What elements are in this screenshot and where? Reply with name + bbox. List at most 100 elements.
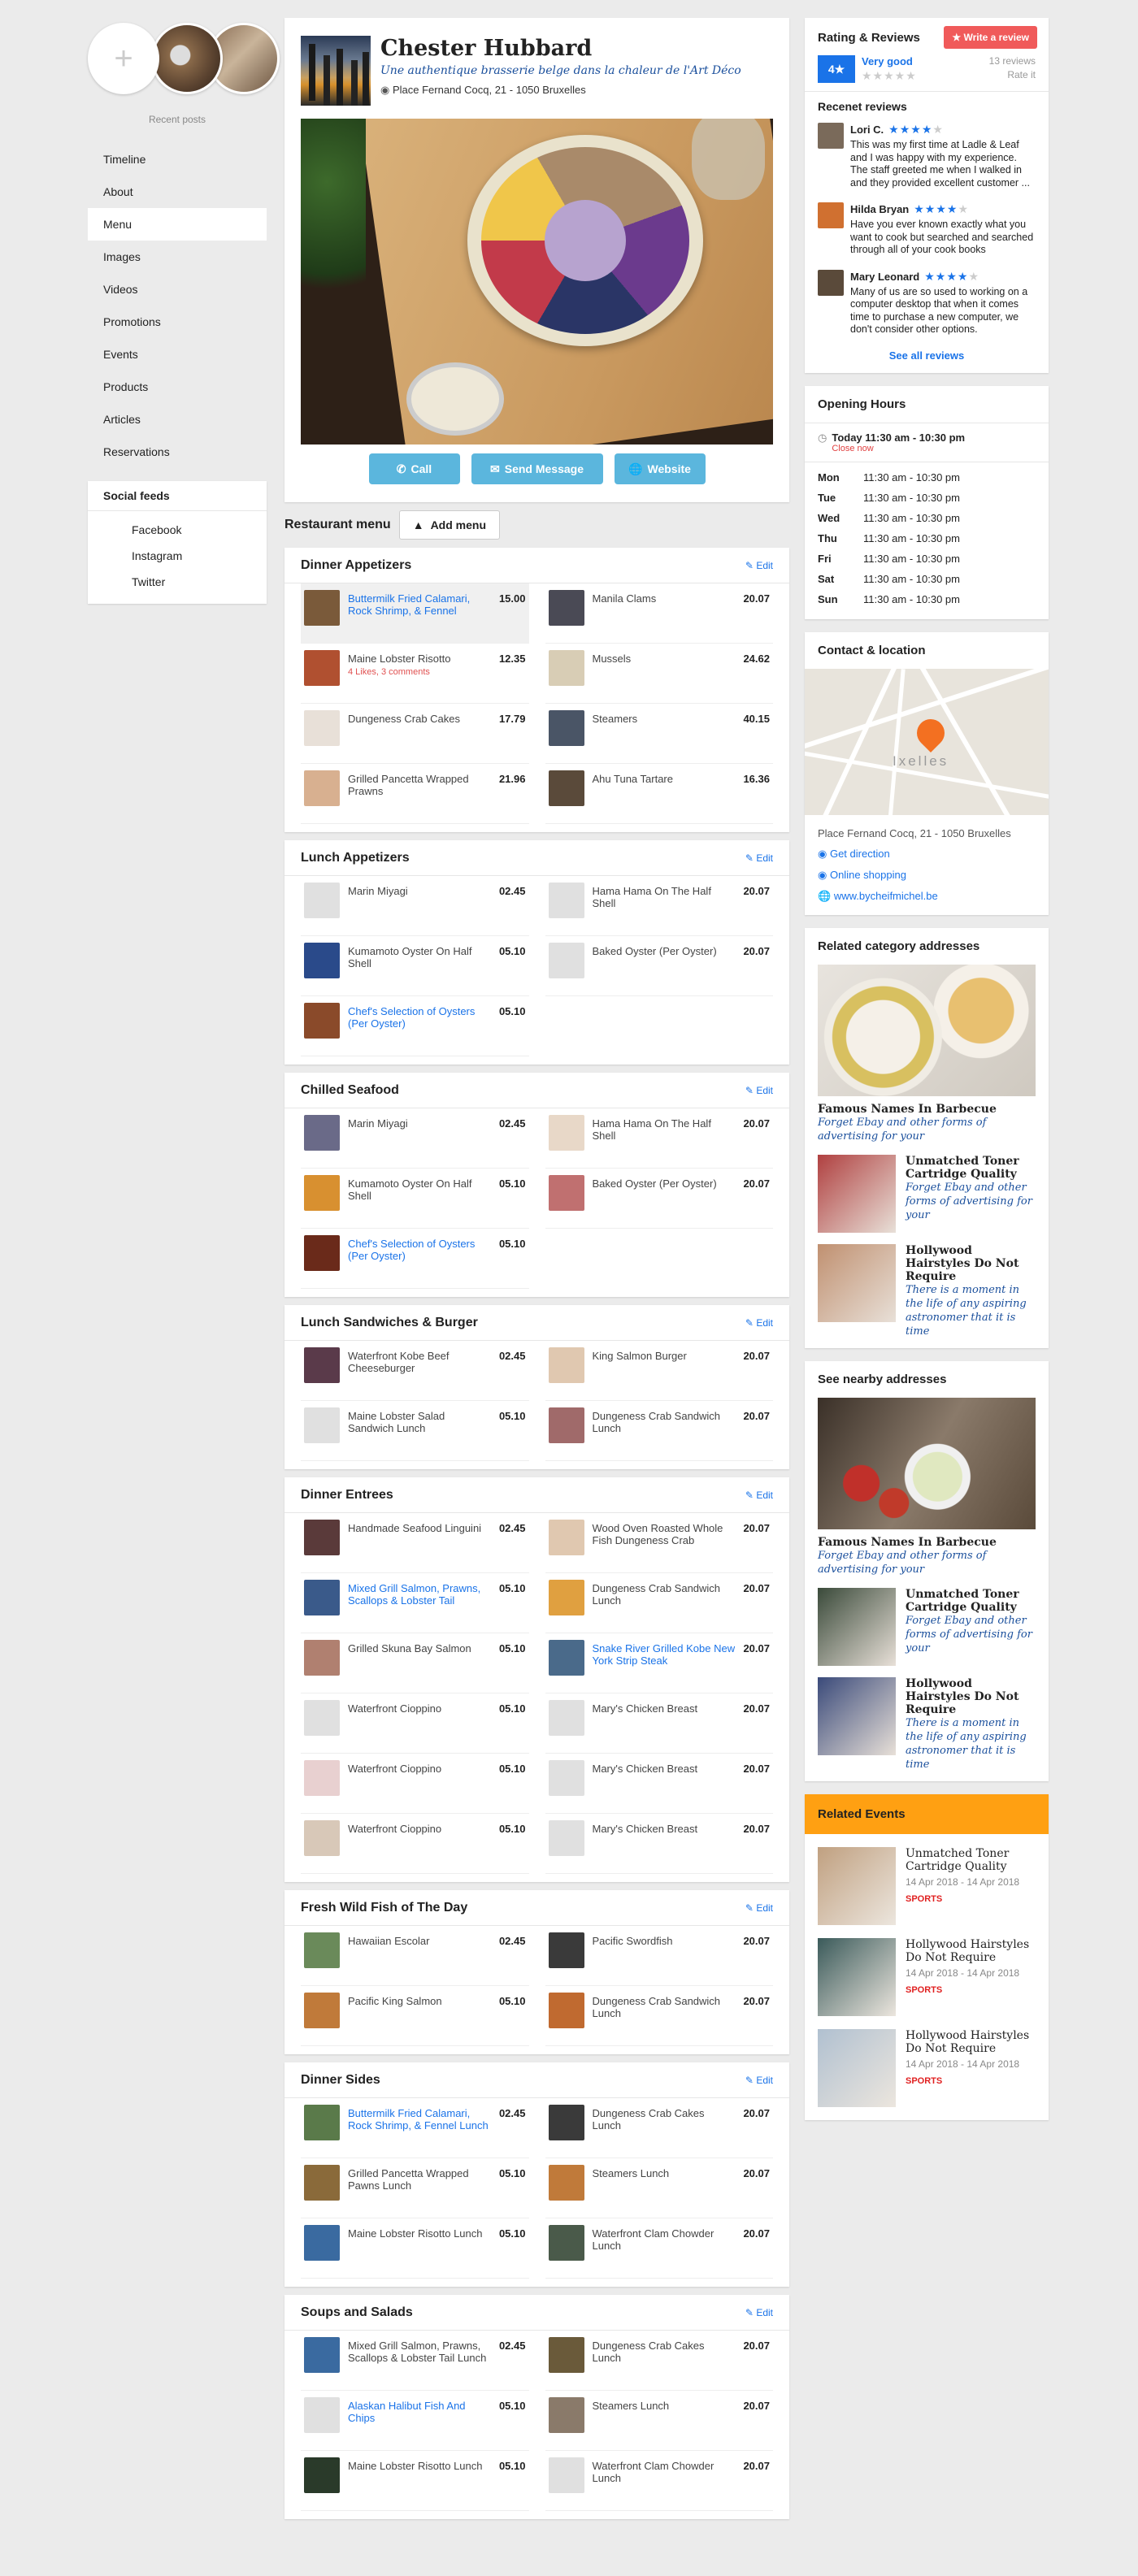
related-featured-image[interactable] — [818, 964, 1036, 1096]
menu-item[interactable]: Maine Lobster Risotto Lunch 05.10 — [301, 2218, 529, 2279]
event-title[interactable]: Hollywood Hairstyles Do Not Require — [906, 2029, 1036, 2055]
add-post-button[interactable]: + — [88, 23, 159, 94]
menu-item[interactable]: Steamers 40.15 — [545, 704, 773, 764]
related-item-title[interactable]: Unmatched Toner Cartridge Quality — [906, 1588, 1036, 1614]
menu-item[interactable]: Wood Oven Roasted Whole Fish Dungeness C… — [545, 1513, 773, 1573]
sidebar-item-products[interactable]: Products — [88, 371, 267, 403]
event-title[interactable]: Hollywood Hairstyles Do Not Require — [906, 1938, 1036, 1964]
menu-item[interactable]: Dungeness Crab Sandwich Lunch 20.07 — [545, 1986, 773, 2046]
add-menu-button[interactable]: ▲ Add menu — [398, 510, 501, 540]
website-link[interactable]: www.bycheifmichel.be — [834, 890, 938, 902]
social-link-facebook[interactable]: Facebook — [110, 516, 267, 542]
social-link-instagram[interactable]: Instagram — [110, 542, 267, 568]
menu-item[interactable]: Grilled Pancetta Wrapped Prawns 21.96 — [301, 764, 529, 824]
menu-item[interactable]: Alaskan Halibut Fish And Chips 05.10 — [301, 2391, 529, 2451]
nearby-featured-image[interactable] — [818, 1397, 1036, 1529]
menu-item[interactable]: Dungeness Crab Cakes 17.79 — [301, 704, 529, 764]
menu-item[interactable]: Waterfront Cioppino 05.10 — [301, 1814, 529, 1874]
menu-item[interactable]: Steamers Lunch 20.07 — [545, 2391, 773, 2451]
menu-item-name[interactable]: Chef's Selection of Oysters (Per Oyster) — [348, 1238, 491, 1262]
social-link-twitter[interactable]: Twitter — [110, 568, 267, 594]
menu-item[interactable]: Maine Lobster Risotto Lunch 05.10 — [301, 2451, 529, 2511]
menu-item[interactable]: Snake River Grilled Kobe New York Strip … — [545, 1633, 773, 1693]
menu-item[interactable]: Waterfront Kobe Beef Cheeseburger 02.45 — [301, 1341, 529, 1401]
edit-button[interactable]: ✎ Edit — [745, 852, 773, 864]
menu-item[interactable]: Dungeness Crab Sandwich Lunch 20.07 — [545, 1573, 773, 1633]
menu-item[interactable]: Mary's Chicken Breast 20.07 — [545, 1754, 773, 1814]
review-item[interactable]: Hilda Bryan ★★★★★ Have you ever known exac… — [805, 196, 1049, 263]
menu-item[interactable]: Mixed Grill Salmon, Prawns, Scallops & L… — [301, 2331, 529, 2391]
menu-item-name[interactable]: Buttermilk Fried Calamari, Rock Shrimp, … — [348, 592, 491, 617]
edit-button[interactable]: ✎ Edit — [745, 2307, 773, 2318]
menu-item-stats[interactable]: 4 Likes, 3 comments — [348, 666, 491, 679]
sidebar-item-videos[interactable]: Videos — [88, 273, 267, 306]
event-category[interactable]: SPORTS — [906, 1985, 1036, 1995]
menu-item[interactable]: Dungeness Crab Cakes Lunch 20.07 — [545, 2331, 773, 2391]
menu-item[interactable]: Chef's Selection of Oysters (Per Oyster)… — [301, 996, 529, 1056]
nearby-featured-title[interactable]: Famous Names In Barbecue — [818, 1536, 1036, 1549]
menu-item[interactable]: Maine Lobster Salad Sandwich Lunch 05.10 — [301, 1401, 529, 1461]
menu-item[interactable]: Buttermilk Fried Calamari, Rock Shrimp, … — [301, 583, 529, 644]
event-item[interactable]: Hollywood Hairstyles Do Not Require 14 Ap… — [805, 2016, 1049, 2107]
menu-item[interactable]: Handmade Seafood Linguini 02.45 — [301, 1513, 529, 1573]
edit-button[interactable]: ✎ Edit — [745, 1317, 773, 1329]
menu-item[interactable]: Baked Oyster (Per Oyster) 20.07 — [545, 1169, 773, 1229]
menu-item[interactable]: Chef's Selection of Oysters (Per Oyster)… — [301, 1229, 529, 1289]
menu-item[interactable]: Baked Oyster (Per Oyster) 20.07 — [545, 936, 773, 996]
menu-item[interactable]: Kumamoto Oyster On Half Shell 05.10 — [301, 936, 529, 996]
send-message-button[interactable]: ✉ Send Message — [471, 453, 603, 484]
menu-item[interactable]: Waterfront Clam Chowder Lunch 20.07 — [545, 2451, 773, 2511]
menu-item[interactable]: Marin Miyagi 02.45 — [301, 876, 529, 936]
menu-item[interactable]: Buttermilk Fried Calamari, Rock Shrimp, … — [301, 2098, 529, 2158]
menu-item[interactable]: Ahu Tuna Tartare 16.36 — [545, 764, 773, 824]
menu-item[interactable]: Pacific Swordfish 20.07 — [545, 1926, 773, 1986]
menu-item[interactable]: Grilled Pancetta Wrapped Pawns Lunch 05.1… — [301, 2158, 529, 2218]
menu-item[interactable]: Kumamoto Oyster On Half Shell 05.10 — [301, 1169, 529, 1229]
sidebar-item-menu[interactable]: Menu — [88, 208, 267, 241]
nearby-item[interactable]: Hollywood Hairstyles Do Not Require There… — [818, 1676, 1036, 1772]
menu-item[interactable]: Pacific King Salmon 05.10 — [301, 1986, 529, 2046]
edit-button[interactable]: ✎ Edit — [745, 560, 773, 571]
menu-item[interactable]: Waterfront Cioppino 05.10 — [301, 1754, 529, 1814]
sidebar-item-timeline[interactable]: Timeline — [88, 143, 267, 176]
related-item-title[interactable]: Hollywood Hairstyles Do Not Require — [906, 1677, 1036, 1716]
menu-item[interactable]: Mary's Chicken Breast 20.07 — [545, 1693, 773, 1754]
nearby-item[interactable]: Unmatched Toner Cartridge Quality Forget … — [818, 1587, 1036, 1666]
menu-item[interactable]: Dungeness Crab Cakes Lunch 20.07 — [545, 2098, 773, 2158]
edit-button[interactable]: ✎ Edit — [745, 1490, 773, 1501]
get-direction-link[interactable]: Get direction — [830, 848, 890, 860]
menu-item[interactable]: Mary's Chicken Breast 20.07 — [545, 1814, 773, 1874]
edit-button[interactable]: ✎ Edit — [745, 2075, 773, 2086]
menu-item[interactable]: Hama Hama On The Half Shell 20.07 — [545, 876, 773, 936]
menu-item[interactable]: Hawaiian Escolar 02.45 — [301, 1926, 529, 1986]
event-category[interactable]: SPORTS — [906, 1894, 1036, 1904]
event-title[interactable]: Unmatched Toner Cartridge Quality — [906, 1847, 1036, 1873]
review-item[interactable]: Lori C. ★★★★★ This was my first time at La… — [805, 116, 1049, 196]
sidebar-item-reservations[interactable]: Reservations — [88, 436, 267, 468]
related-item-title[interactable]: Hollywood Hairstyles Do Not Require — [906, 1244, 1036, 1283]
menu-item-name[interactable]: Buttermilk Fried Calamari, Rock Shrimp, … — [348, 2107, 491, 2131]
menu-item[interactable]: Dungeness Crab Sandwich Lunch 20.07 — [545, 1401, 773, 1461]
menu-item-name[interactable]: Chef's Selection of Oysters (Per Oyster) — [348, 1005, 491, 1030]
menu-item-name[interactable]: Alaskan Halibut Fish And Chips — [348, 2400, 491, 2424]
menu-item[interactable]: Mussels 24.62 — [545, 644, 773, 704]
rate-stars[interactable]: ★★★★★ — [862, 69, 917, 83]
menu-item[interactable]: Steamers Lunch 20.07 — [545, 2158, 773, 2218]
event-category[interactable]: SPORTS — [906, 2076, 1036, 2086]
menu-item[interactable]: Grilled Skuna Bay Salmon 05.10 — [301, 1633, 529, 1693]
see-all-reviews-link[interactable]: See all reviews — [889, 349, 965, 362]
menu-item[interactable]: Hama Hama On The Half Shell 20.07 — [545, 1108, 773, 1169]
related-item[interactable]: Hollywood Hairstyles Do Not Require There… — [818, 1243, 1036, 1338]
online-shopping-link[interactable]: Online shopping — [830, 869, 906, 881]
rating-label[interactable]: Very good — [862, 55, 913, 67]
related-item-title[interactable]: Unmatched Toner Cartridge Quality — [906, 1155, 1036, 1181]
recent-post-thumbnail[interactable] — [151, 23, 223, 94]
edit-button[interactable]: ✎ Edit — [745, 1902, 773, 1914]
sidebar-item-promotions[interactable]: Promotions — [88, 306, 267, 338]
menu-item[interactable]: Manila Clams 20.07 — [545, 583, 773, 644]
website-button[interactable]: 🌐 Website — [614, 453, 706, 484]
menu-item-name[interactable]: Snake River Grilled Kobe New York Strip … — [593, 1642, 736, 1667]
edit-button[interactable]: ✎ Edit — [745, 1085, 773, 1096]
call-button[interactable]: ✆ Call — [368, 453, 460, 484]
menu-item[interactable]: Waterfront Clam Chowder Lunch 20.07 — [545, 2218, 773, 2279]
